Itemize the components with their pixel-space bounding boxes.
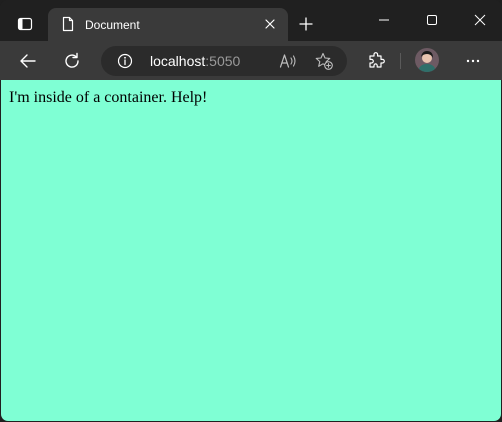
page-icon xyxy=(62,16,74,32)
info-icon[interactable] xyxy=(117,53,133,69)
more-icon xyxy=(466,59,480,63)
page-viewport: I'm inside of a container. Help! xyxy=(1,80,501,421)
close-icon xyxy=(265,19,275,29)
minimize-button[interactable] xyxy=(370,6,398,34)
back-arrow-icon xyxy=(20,54,36,68)
extensions-icon xyxy=(369,52,385,68)
tab-document[interactable]: Document xyxy=(48,8,288,41)
address-bar[interactable]: localhost:5050 xyxy=(101,46,347,76)
profile-picture xyxy=(415,48,439,72)
tab-title: Document xyxy=(85,18,140,32)
settings-more-button[interactable] xyxy=(459,47,487,75)
maximize-button[interactable] xyxy=(418,6,446,34)
browser-window: Document localhost:5050 I'm inside of a … xyxy=(0,0,502,422)
new-tab-button[interactable] xyxy=(294,12,318,36)
reload-button[interactable] xyxy=(58,47,86,75)
plus-icon xyxy=(299,17,313,31)
close-window-button[interactable] xyxy=(466,6,494,34)
tab-strip: Document xyxy=(0,0,502,41)
back-button[interactable] xyxy=(14,47,42,75)
reload-icon xyxy=(65,52,79,68)
page-body-text: I'm inside of a container. Help! xyxy=(9,89,208,106)
profile-avatar[interactable] xyxy=(415,48,439,72)
toolbar: localhost:5050 xyxy=(0,41,502,80)
extensions-button[interactable] xyxy=(362,47,390,75)
tab-close-button[interactable] xyxy=(262,16,278,32)
close-window-icon xyxy=(474,14,486,26)
url-host: localhost xyxy=(150,53,206,69)
favorite-add-icon[interactable] xyxy=(315,52,333,70)
minimize-icon xyxy=(379,19,389,21)
tab-actions-icon xyxy=(17,17,33,31)
url-text[interactable]: localhost:5050 xyxy=(150,53,240,69)
tab-actions-button[interactable] xyxy=(8,8,42,40)
maximize-icon xyxy=(427,15,437,25)
toolbar-separator xyxy=(400,53,401,69)
url-port: :5050 xyxy=(205,53,241,69)
read-aloud-icon[interactable] xyxy=(279,53,297,69)
